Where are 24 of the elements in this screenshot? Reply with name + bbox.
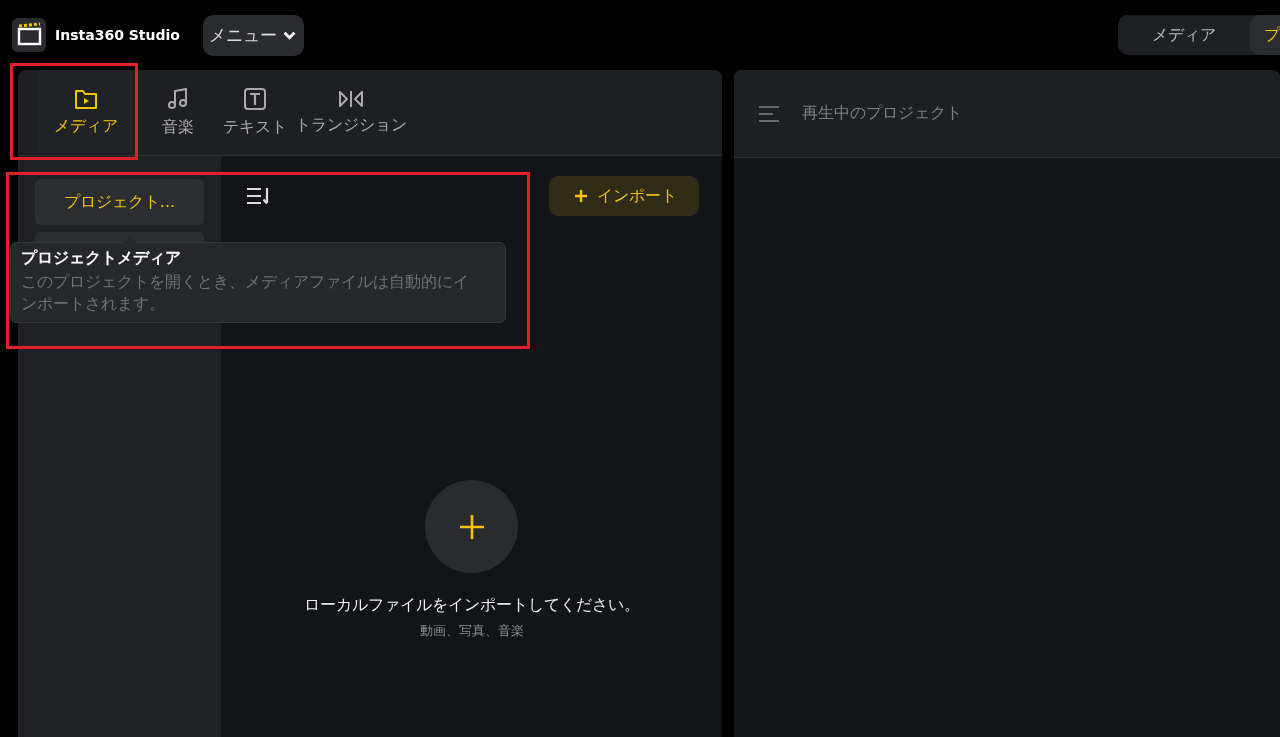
empty-hint: 動画、写真、音楽 [419,622,524,640]
transition-icon [338,89,364,109]
text-box-icon [243,87,267,111]
view-tab[interactable]: プ [1250,15,1280,55]
tooltip-title: プロジェクトメディア [21,248,182,269]
folder-play-icon [73,88,98,110]
import-button[interactable]: インポート [549,176,699,216]
panel-tab[interactable]: テキスト [223,70,287,155]
app-title: Insta360 Studio [55,27,180,43]
view-tab[interactable]: メディア [1118,15,1250,55]
music-note-icon [166,87,190,111]
chevron-down-icon [282,30,296,40]
panel-tab[interactable]: トランジション [295,70,407,155]
menu-icon[interactable] [758,104,780,123]
panel-tab[interactable]: メディア [38,70,133,155]
player-title: 再生中のプロジェクト [802,103,962,124]
plus-icon [575,190,587,202]
clapperboard-logo-icon [12,18,46,52]
panel-tab[interactable]: 音楽 [133,70,223,155]
empty-message: ローカルファイルをインポートしてください。 [303,595,640,616]
plus-icon [458,513,485,540]
menu-dropdown[interactable]: メニュー [202,14,304,56]
sidebar-button[interactable]: プロジェクト... [35,179,204,225]
tooltip-text: このプロジェクトを開くとき、メディアファイルは自動的にインポートされます。 [21,271,470,315]
